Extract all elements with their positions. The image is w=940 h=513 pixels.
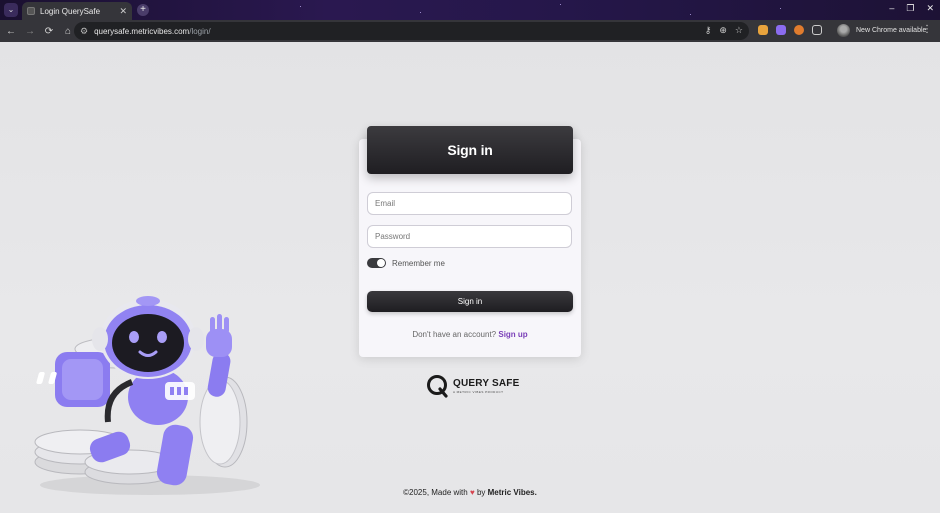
decorative-star [420,12,421,13]
querysafe-q-icon [427,375,448,398]
address-bar[interactable]: ⚙ querysafe.metricvibes.com/login/ ⚷ ⊕ ☆ [74,22,749,40]
page-body: Sign in Remember me Sign in Don't have a… [0,42,940,513]
extension-icon[interactable] [794,25,804,35]
remember-me-toggle[interactable] [367,258,386,268]
robot-mascot-illustration [34,296,260,495]
close-window-icon[interactable]: ✕ [926,3,934,14]
minimize-icon[interactable]: – [889,3,894,14]
tab-close-icon[interactable]: ✕ [119,6,127,16]
sign-in-button[interactable]: Sign in [367,291,573,312]
heart-icon: ♥ [469,488,475,497]
decorative-star [690,14,691,15]
url-host: querysafe.metricvibes.com [94,26,190,36]
password-input[interactable] [367,225,572,248]
decorative-star [300,6,301,7]
brand-name: QUERY SAFE [453,378,520,389]
profile-avatar[interactable] [837,24,850,37]
favicon-icon [27,7,35,15]
footer-company-link[interactable]: Metric Vibes. [488,488,537,497]
restore-icon[interactable]: ❐ [906,3,914,14]
page-footer: ©2025, Made with ♥ by Metric Vibes. [0,488,940,497]
login-card-header: Sign in [367,126,573,174]
extension-icon[interactable] [776,25,786,35]
toggle-knob [377,259,385,267]
window-controls: – ❐ ✕ [889,3,934,14]
site-info-icon[interactable]: ⚙ [80,26,88,37]
signup-prompt-text: Don't have an account? [412,330,497,339]
browser-tab-active[interactable]: Login QuerySafe ✕ [22,2,132,20]
new-tab-button[interactable]: + [137,4,149,16]
tab-search-button[interactable]: ⌄ [4,3,18,17]
extension-icon[interactable] [758,25,768,35]
email-input[interactable] [367,192,572,215]
browser-tab-strip: ⌄ Login QuerySafe ✕ + – ❐ ✕ [0,0,940,20]
key-icon[interactable]: ⚷ [705,25,712,36]
reload-icon[interactable]: ⟳ [41,26,57,37]
zoom-icon[interactable]: ⊕ [719,25,727,36]
update-chip[interactable]: New Chrome available [856,24,926,38]
browser-toolbar: ← → ⟳ ⌂ ⚙ querysafe.metricvibes.com/logi… [0,20,940,42]
footer-by: by [476,488,486,497]
brand-tagline: A METRIC VIBES PRODUCT [453,390,504,394]
extensions-area [758,25,822,35]
puzzle-icon[interactable] [812,25,822,35]
footer-copyright: ©2025, Made with [403,488,468,497]
remember-me-row: Remember me [367,258,445,268]
remember-me-label[interactable]: Remember me [392,259,445,268]
login-title: Sign in [447,142,493,158]
back-icon[interactable]: ← [3,26,19,37]
tab-title: Login QuerySafe [40,6,101,16]
decorative-star [560,4,561,5]
browser-menu-icon[interactable]: ⋮ [922,24,932,35]
querysafe-logo: QUERY SAFE A METRIC VIBES PRODUCT [426,374,519,398]
signup-prompt: Don't have an account? Sign up [359,330,581,339]
url-path: /login/ [189,26,211,36]
decorative-star [780,8,781,9]
bookmark-star-icon[interactable]: ☆ [735,25,743,36]
forward-icon[interactable]: → [22,26,38,37]
signup-link[interactable]: Sign up [498,330,527,339]
